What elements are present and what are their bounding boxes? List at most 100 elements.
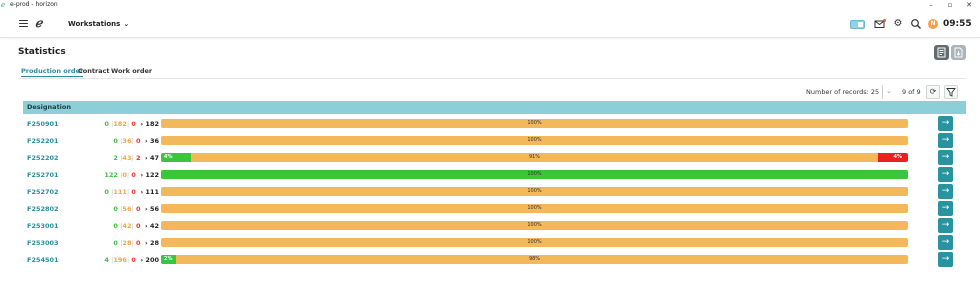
export-icon[interactable] (951, 45, 966, 60)
order-designation-link[interactable]: F253001 (27, 222, 59, 231)
count-separator: | (126, 188, 130, 196)
count-rejected: 0 (131, 188, 136, 196)
count-separator: | (131, 137, 134, 145)
menu-icon[interactable] (19, 20, 28, 28)
count-rejected: 0 (131, 171, 136, 179)
count-done: 2 (113, 154, 118, 162)
arrow-right-icon: → (941, 220, 950, 230)
open-order-button[interactable]: → (938, 133, 953, 148)
progress-percent-label: 100% (527, 120, 542, 126)
count-pending: 182 (113, 120, 127, 128)
order-designation-link[interactable]: F250901 (27, 120, 59, 129)
open-order-button[interactable]: → (938, 201, 953, 216)
count-done: 0 (113, 137, 118, 145)
count-separator: | (126, 120, 130, 128)
progress-percent-label: 91% (528, 154, 541, 160)
workstations-dropdown[interactable]: Workstations ⌄ (68, 19, 129, 29)
progress-bar: 100% (161, 136, 908, 145)
count-done: 0 (104, 120, 109, 128)
designation-column-header: Designation (27, 103, 71, 111)
order-designation-link[interactable]: F254501 (27, 256, 59, 265)
progress-bar: 100% (161, 119, 908, 128)
quantity-counts: 0 |42| 0 › 42 (63, 222, 159, 231)
order-designation-link[interactable]: F252701 (27, 171, 59, 180)
app-logo[interactable]: ℯ (35, 17, 49, 30)
progress-bar: 4% 4% 91% (161, 153, 908, 162)
avatar[interactable]: N (928, 19, 938, 29)
vertical-scrollbar[interactable] (970, 40, 976, 288)
filter-icon[interactable] (944, 85, 958, 99)
open-order-button[interactable]: → (938, 116, 953, 131)
pager: 9 of 9 (902, 88, 921, 96)
table-row: F253003 0 |28| 0 › 28 100% → (23, 235, 966, 252)
minimize-button[interactable]: – (922, 0, 940, 11)
progress-bar: 100% (161, 238, 908, 247)
count-separator: | (131, 154, 134, 162)
search-icon[interactable] (910, 18, 922, 30)
arrow-right-icon: → (941, 169, 950, 179)
count-total: 200 (145, 256, 159, 264)
open-order-button[interactable]: → (938, 252, 953, 267)
count-rejected: 0 (131, 256, 136, 264)
tab-work-order[interactable]: Work order (111, 66, 152, 76)
order-designation-link[interactable]: F252201 (27, 137, 59, 146)
open-order-button[interactable]: → (938, 218, 953, 233)
order-designation-link[interactable]: F252802 (27, 205, 59, 214)
count-total: 42 (149, 222, 159, 230)
records-dropdown-icon[interactable]: ⌄ (886, 86, 892, 97)
count-pending: 111 (113, 188, 127, 196)
progress-bar: 100% (161, 204, 908, 213)
open-order-button[interactable]: → (938, 184, 953, 199)
table-row: F252802 0 |56| 0 › 56 100% → (23, 201, 966, 218)
app-header: ℯ Workstations ⌄ ⚙ N 09:55 (0, 11, 980, 38)
quantity-counts: 0 |182| 0 › 182 (63, 120, 159, 129)
count-rejected: 2 (135, 154, 141, 162)
order-designation-link[interactable]: F252202 (27, 154, 59, 163)
report-icon[interactable] (934, 45, 949, 60)
count-done: 4 (104, 256, 109, 264)
gear-icon[interactable]: ⚙ (892, 18, 904, 30)
progress-percent-label: 100% (527, 171, 542, 177)
mode-toggle[interactable] (850, 20, 865, 29)
chevron-right-icon: › (140, 256, 144, 264)
tab-contract[interactable]: Contract (78, 66, 110, 76)
count-total: 122 (145, 171, 159, 179)
table-row: F253001 0 |42| 0 › 42 100% → (23, 218, 966, 235)
count-total: 56 (149, 205, 159, 213)
count-total: 36 (149, 137, 159, 145)
quantity-counts: 0 |36| 0 › 36 (63, 137, 159, 146)
chevron-right-icon: › (145, 137, 148, 145)
open-order-button[interactable]: → (938, 235, 953, 250)
tabs-divider (18, 78, 966, 79)
chevron-down-icon: ⌄ (123, 20, 130, 28)
count-pending: 196 (113, 256, 127, 264)
quantity-counts: 122 |0| 0 › 122 (63, 171, 159, 180)
progress-bar: 100% (161, 170, 908, 179)
order-designation-link[interactable]: F252702 (27, 188, 59, 197)
progress-bar: 100% (161, 221, 908, 230)
order-designation-link[interactable]: F253003 (27, 239, 59, 248)
tab-production-order[interactable]: Production order (21, 66, 84, 77)
open-order-button[interactable]: → (938, 150, 953, 165)
close-button[interactable]: ✕ (960, 0, 978, 11)
arrow-right-icon: → (941, 237, 950, 247)
progress-bar: 2% 98% (161, 255, 908, 264)
clock-time: 09:55 (943, 19, 972, 29)
chevron-right-icon: › (140, 120, 144, 128)
progress-percent-label: 100% (527, 239, 542, 245)
table-row: F254501 4 |196| 0 › 200 2% 98% → (23, 252, 966, 269)
open-order-button[interactable]: → (938, 167, 953, 182)
arrow-right-icon: → (941, 135, 950, 145)
count-done: 122 (104, 171, 118, 179)
refresh-icon[interactable]: ⟳ (926, 85, 940, 99)
count-total: 111 (145, 188, 159, 196)
arrow-right-icon: → (941, 203, 950, 213)
count-separator: | (131, 205, 134, 213)
chevron-right-icon: › (140, 188, 144, 196)
count-rejected: 0 (135, 239, 141, 247)
count-separator: | (131, 239, 134, 247)
mail-icon[interactable] (874, 18, 886, 30)
arrow-right-icon: → (941, 254, 950, 264)
maximize-button[interactable]: ▫ (941, 0, 959, 11)
chevron-right-icon: › (145, 205, 148, 213)
